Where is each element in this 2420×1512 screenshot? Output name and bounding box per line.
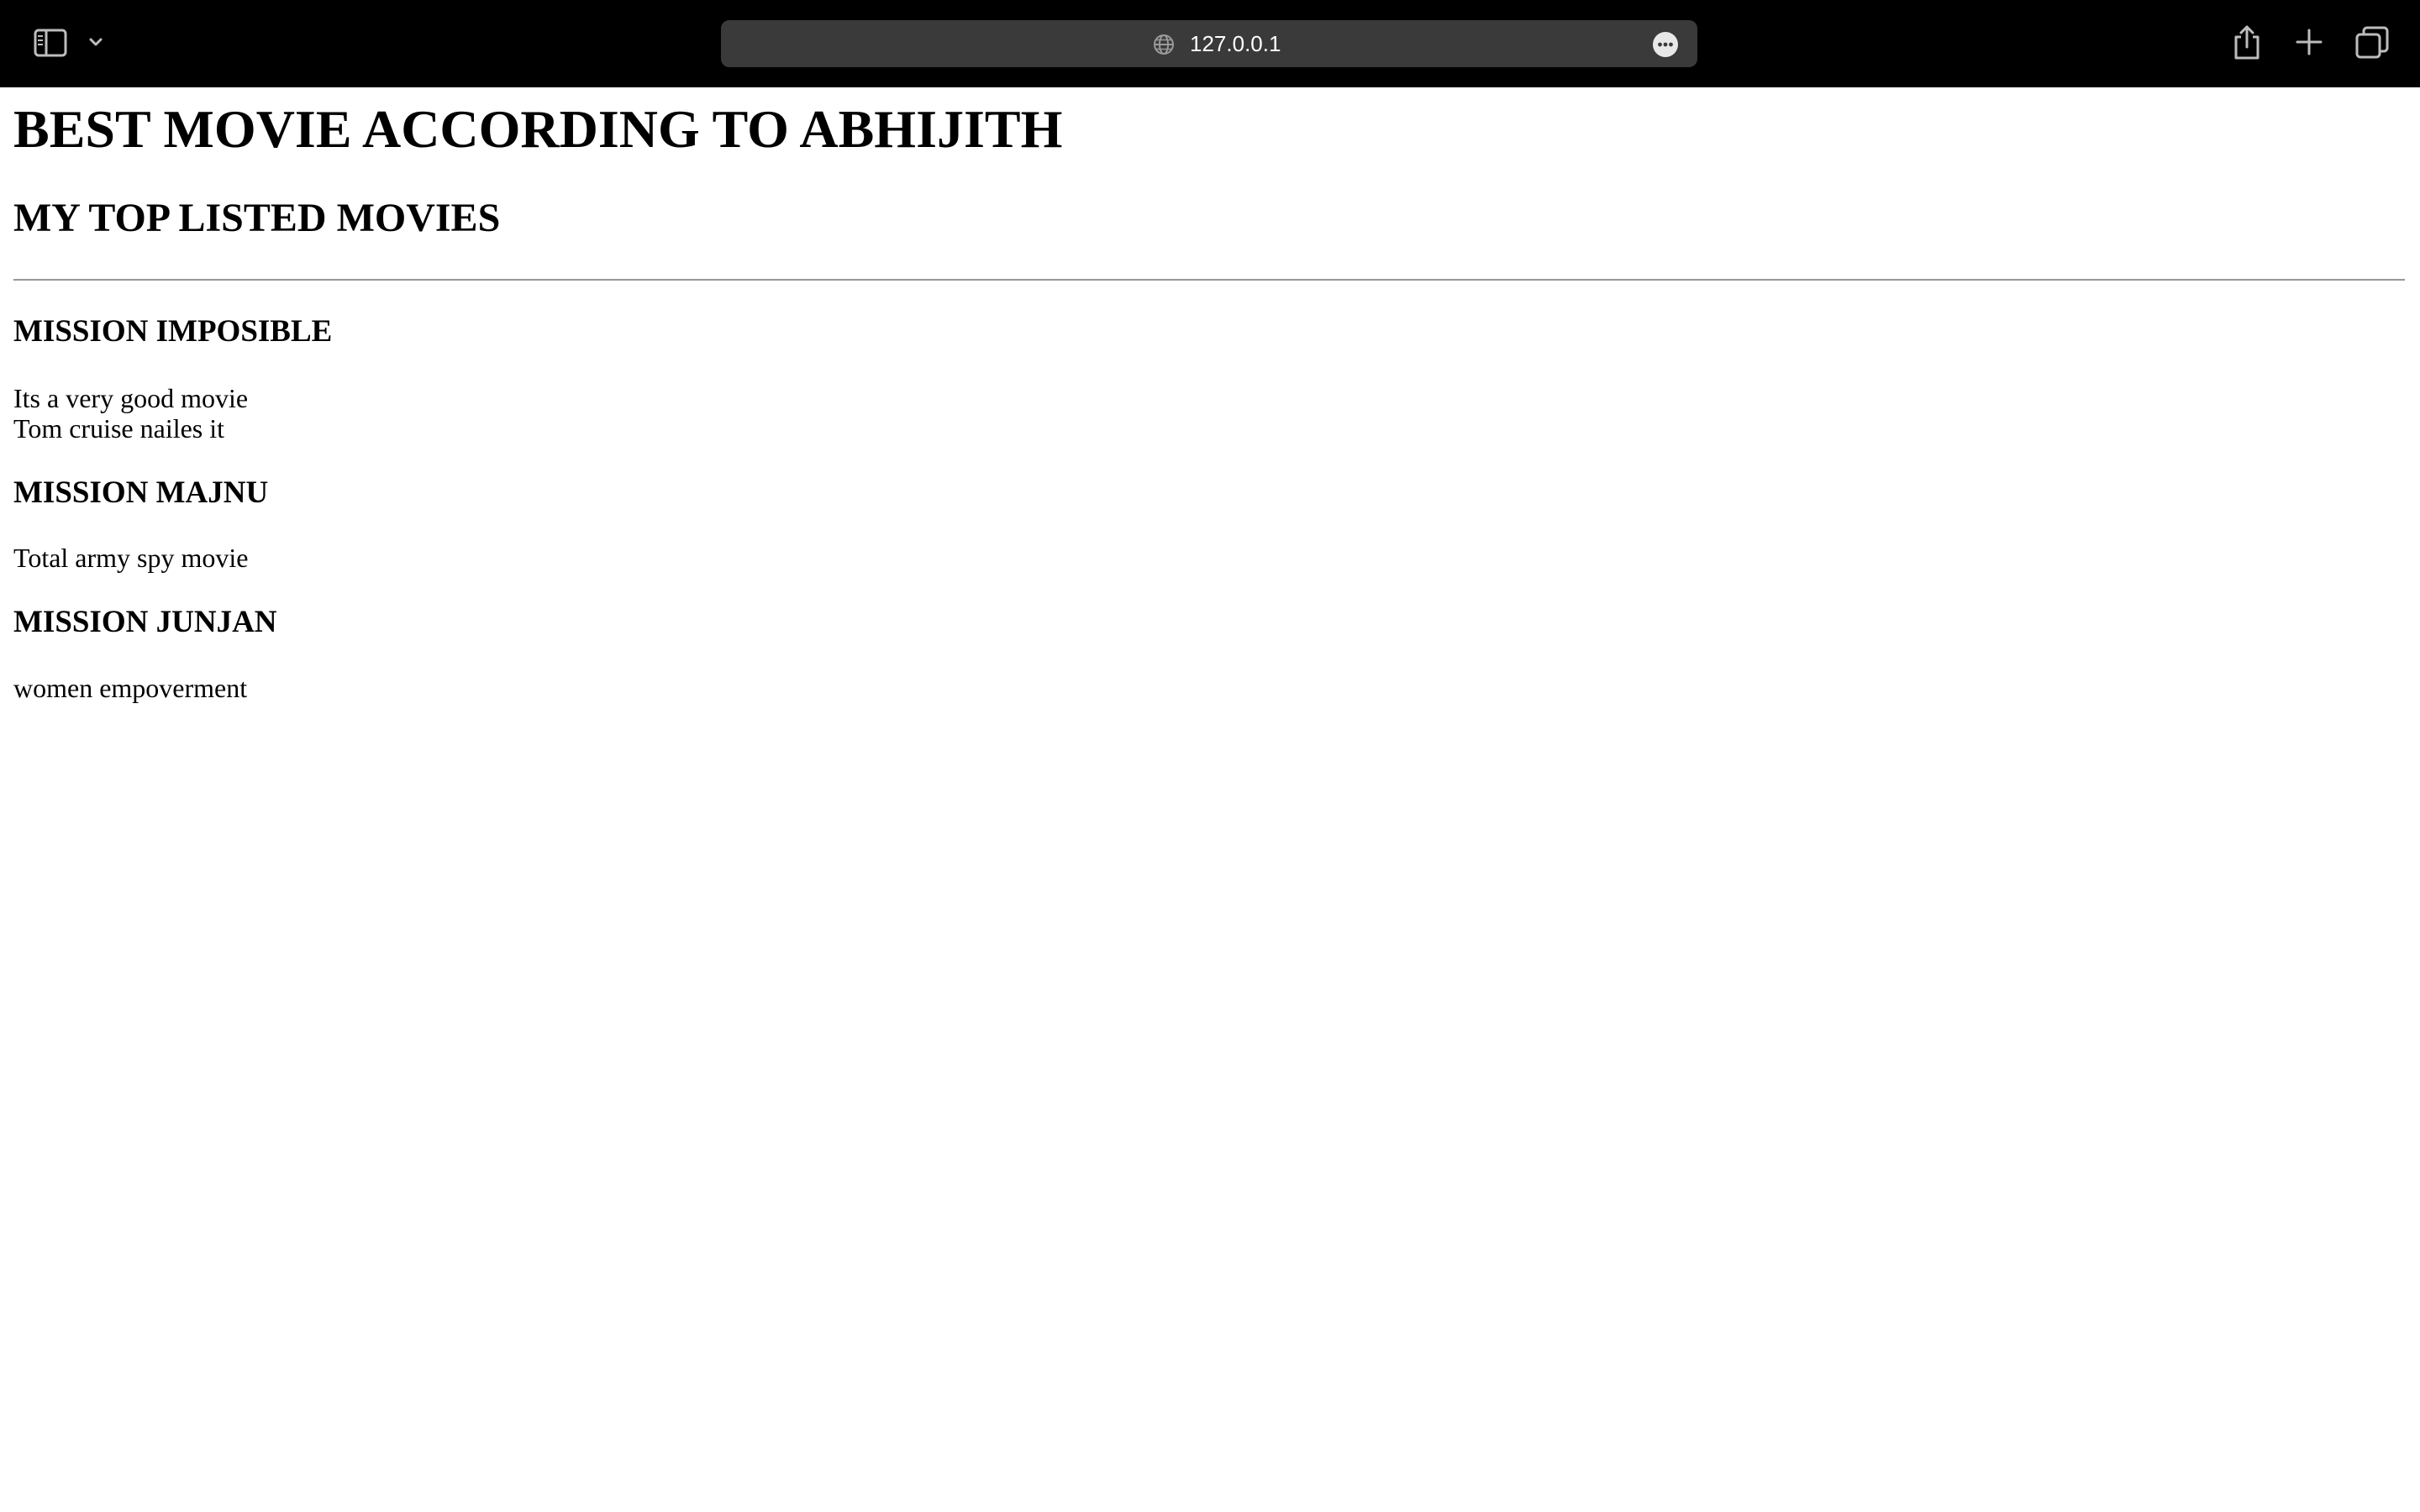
movie-description: Its a very good movie xyxy=(13,383,249,413)
movie-title: MISSION MAJNU xyxy=(13,475,269,510)
page-content: BEST MOVIE ACCORDING TO ABHIJITH MY TOP … xyxy=(0,87,2420,1512)
movie-title: MISSION IMPOSIBLE xyxy=(13,314,333,349)
browser-toolbar: 127.0.0.1 xyxy=(0,0,2420,87)
new-tab-icon[interactable] xyxy=(2292,25,2326,59)
share-icon[interactable] xyxy=(2230,24,2264,60)
sidebar-icon[interactable] xyxy=(34,29,67,57)
more-icon[interactable] xyxy=(1652,31,1679,58)
chevron-down-icon[interactable] xyxy=(87,34,104,50)
address-bar[interactable]: 127.0.0.1 xyxy=(721,20,1697,67)
globe-icon xyxy=(1154,34,1174,55)
movie-description: Tom cruise nailes it xyxy=(13,413,225,444)
movie-description: Total army spy movie xyxy=(13,543,249,573)
url-text[interactable]: 127.0.0.1 xyxy=(1190,20,1281,67)
tab-overview-icon[interactable] xyxy=(2354,25,2390,60)
horizontal-rule xyxy=(13,279,2405,281)
movie-description: women empoverment xyxy=(13,673,248,703)
movie-title: MISSION JUNJAN xyxy=(13,605,277,639)
page-title: BEST MOVIE ACCORDING TO ABHIJITH xyxy=(13,99,1063,159)
page-subtitle: MY TOP LISTED MOVIES xyxy=(13,196,501,240)
